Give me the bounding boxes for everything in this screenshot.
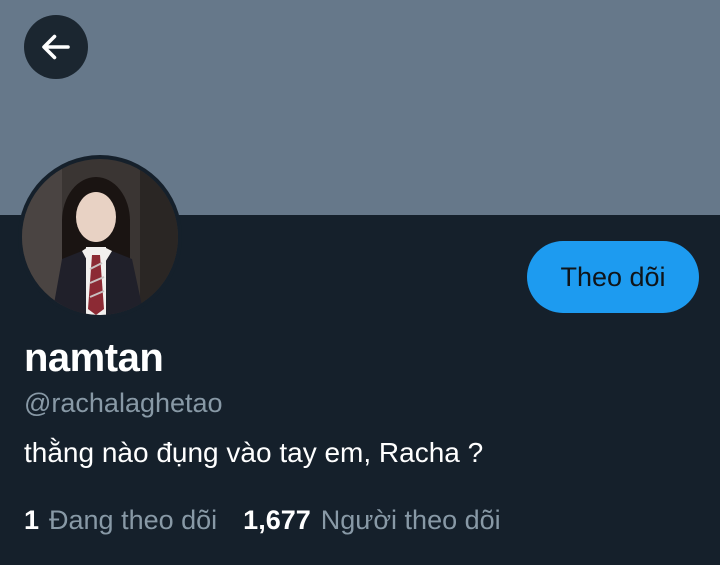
following-count: 1: [24, 505, 40, 535]
follow-button[interactable]: Theo dõi: [527, 241, 699, 313]
avatar[interactable]: [18, 155, 182, 319]
profile-screen: Theo dõi namtan @rachalaghetao thằng nào…: [0, 0, 720, 565]
followers-label: Người theo dõi: [320, 505, 501, 535]
user-handle: @rachalaghetao: [24, 388, 223, 418]
display-name: namtan: [24, 336, 164, 380]
profile-stats: 1 Đang theo dõi 1,677 Người theo dõi: [24, 505, 501, 536]
following-label: Đang theo dõi: [49, 505, 218, 535]
following-stat[interactable]: 1 Đang theo dõi: [24, 505, 217, 536]
avatar-image: [22, 159, 178, 315]
followers-stat[interactable]: 1,677 Người theo dõi: [243, 505, 500, 536]
profile-bio: thằng nào đụng vào tay em, Racha ?: [24, 437, 484, 468]
back-button[interactable]: [24, 15, 88, 79]
followers-count: 1,677: [243, 505, 311, 535]
arrow-left-icon: [42, 34, 70, 60]
